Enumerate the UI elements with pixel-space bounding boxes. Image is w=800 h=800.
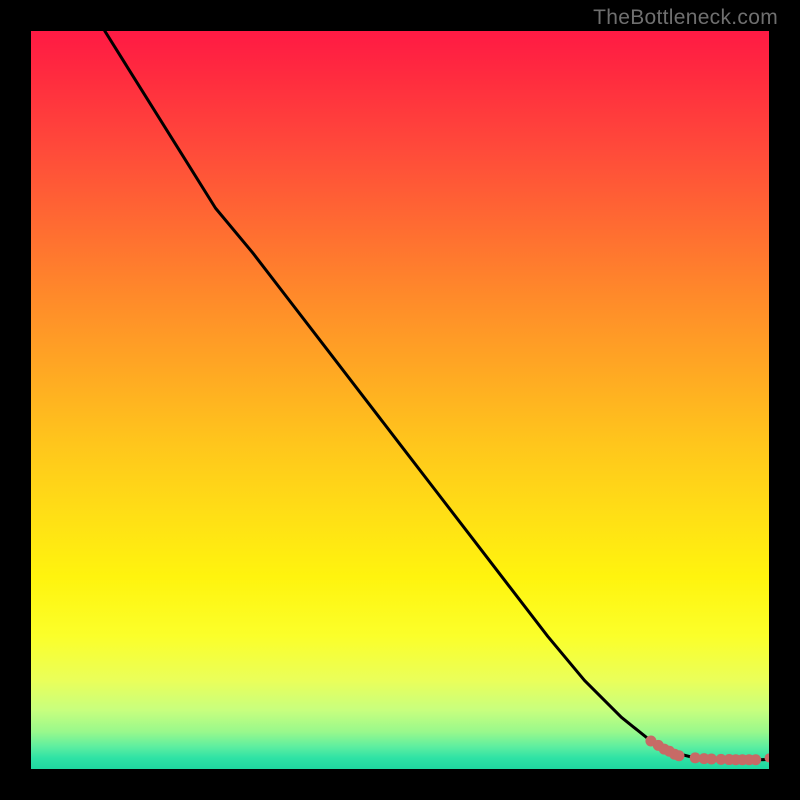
curve-line — [105, 31, 769, 760]
plot-area — [31, 31, 769, 769]
marker-dot — [673, 750, 684, 761]
marker-dot — [750, 754, 761, 765]
plot-svg — [31, 31, 769, 769]
chart-frame: TheBottleneck.com — [0, 0, 800, 800]
marker-dot — [706, 754, 717, 765]
marker-dots — [645, 735, 769, 765]
credit-label: TheBottleneck.com — [593, 6, 778, 30]
marker-dot — [765, 753, 770, 762]
